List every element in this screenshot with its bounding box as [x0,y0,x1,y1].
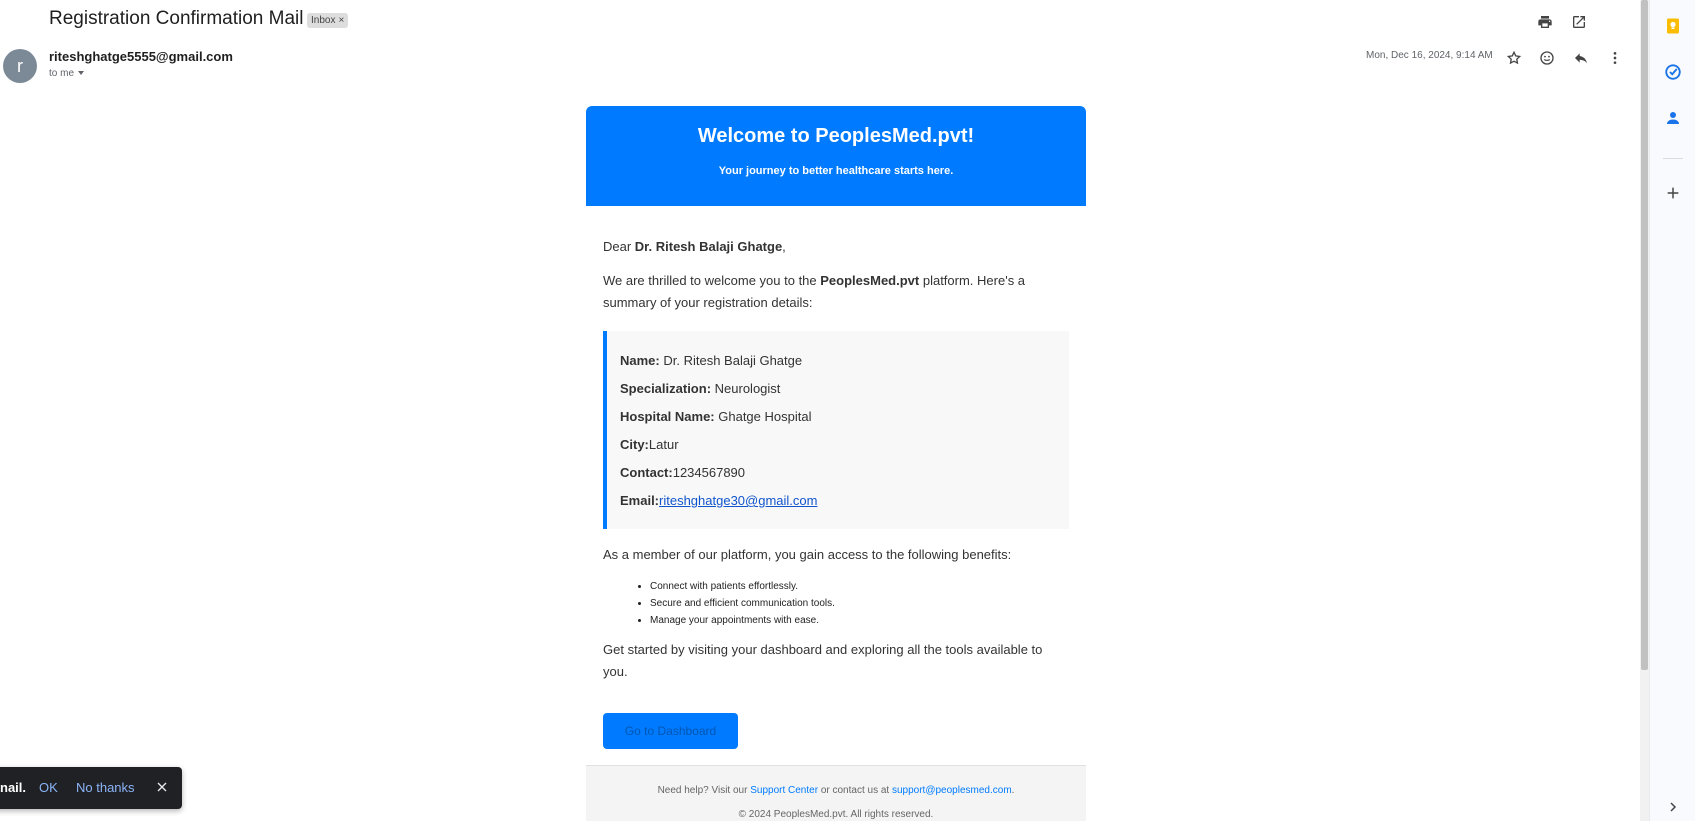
more-options-icon[interactable] [1604,47,1626,69]
name-label: Name: [620,353,660,368]
sender-avatar[interactable]: r [3,49,37,83]
list-item: Connect with patients effortlessly. [650,578,835,595]
email-footer: Need help? Visit our Support Center or c… [586,765,1086,821]
side-panel-divider [1663,158,1683,159]
close-icon[interactable] [154,779,170,795]
contact-label: Contact: [620,465,673,480]
notification-toast: nail. OK No thanks [0,767,182,809]
welcome-banner: Welcome to PeoplesMed.pvt! Your journey … [586,106,1086,206]
name-value: Dr. Ritesh Balaji Ghatge [659,353,803,368]
chevron-down-icon [78,71,85,76]
detail-city: City:Latur [620,437,679,452]
closing-paragraph: Get started by visiting your dashboard a… [603,642,1043,679]
emoji-reaction-icon[interactable] [1536,47,1558,69]
list-item: Secure and efficient communication tools… [650,595,835,612]
registered-email-link[interactable]: riteshghatge30@gmail.com [659,493,817,508]
collapse-panel-icon[interactable] [1662,796,1684,818]
reply-icon[interactable] [1570,47,1592,69]
star-icon[interactable] [1503,47,1525,69]
city-value: Latur [648,437,679,452]
inbox-label-text: Inbox [311,15,336,26]
print-icon[interactable] [1535,12,1555,32]
greeting: Dear Dr. Ritesh Balaji Ghatge, [603,236,1043,258]
recipient-details-toggle[interactable]: to me [49,68,85,79]
contact-value: 1234567890 [672,465,746,480]
footer-help-prefix: Need help? Visit our [657,785,751,796]
detail-hospital: Hospital Name: Ghatge Hospital [620,409,811,424]
go-to-dashboard-button[interactable]: Go to Dashboard [603,713,738,749]
footer-help-line: Need help? Visit our Support Center or c… [586,785,1086,796]
registration-details-box: Name: Dr. Ritesh Balaji Ghatge Specializ… [603,331,1069,529]
welcome-subtitle: Your journey to better healthcare starts… [718,165,954,177]
footer-help-middle: or contact us at [818,785,892,796]
toast-no-thanks-button[interactable]: No thanks [76,780,135,795]
specialization-value: Neurologist [711,381,781,396]
email-view: Registration Confirmation Mail Inbox × r … [0,0,1640,821]
detail-specialization: Specialization: Neurologist [620,381,780,396]
specialization-label: Specialization: [620,381,712,396]
contacts-icon[interactable] [1662,107,1684,129]
email-date: Mon, Dec 16, 2024, 9:14 AM [1366,50,1493,61]
welcome-title: Welcome to PeoplesMed.pvt! [697,125,975,147]
detail-contact: Contact:1234567890 [620,465,745,480]
benefits-list: Connect with patients effortlessly. Secu… [634,578,835,629]
tasks-icon[interactable] [1662,61,1684,83]
hospital-value: Ghatge Hospital [714,409,812,424]
greeting-prefix: Dear [603,239,635,254]
email-subject: Registration Confirmation Mail [49,8,304,29]
scrollbar-thumb[interactable] [1641,0,1648,670]
greeting-suffix: , [782,239,786,254]
support-center-link[interactable]: Support Center [750,785,818,796]
footer-copyright: © 2024 PeoplesMed.pvt. All rights reserv… [738,809,934,820]
greeting-name: Dr. Ritesh Balaji Ghatge [634,239,783,254]
support-email-link[interactable]: support@peoplesmed.com [892,785,1012,796]
footer-help-suffix: . [1011,785,1015,796]
sender-email[interactable]: riteshghatge5555@gmail.com [49,49,233,64]
recipient-text: to me [49,68,75,79]
toast-message: nail. [0,780,27,795]
intro-brand: PeoplesMed.pvt [820,273,920,288]
city-label: City: [620,437,649,452]
toast-ok-button[interactable]: OK [39,780,58,795]
remove-label-button[interactable]: × [338,15,344,26]
hospital-label: Hospital Name: [620,409,715,424]
add-icon[interactable] [1662,182,1684,204]
email-label: Email: [620,493,660,508]
keep-icon[interactable] [1662,15,1684,37]
intro-paragraph: We are thrilled to welcome you to the Pe… [603,270,1053,314]
detail-email: Email:riteshghatge30@gmail.com [620,493,817,508]
benefits-intro: As a member of our platform, you gain ac… [603,547,1012,562]
intro-before: We are thrilled to welcome you to the [603,273,821,288]
detail-name: Name: Dr. Ritesh Balaji Ghatge [620,353,802,368]
open-in-new-window-icon[interactable] [1569,12,1589,32]
inbox-label-chip[interactable]: Inbox × [307,13,349,28]
list-item: Manage your appointments with ease. [650,612,835,629]
